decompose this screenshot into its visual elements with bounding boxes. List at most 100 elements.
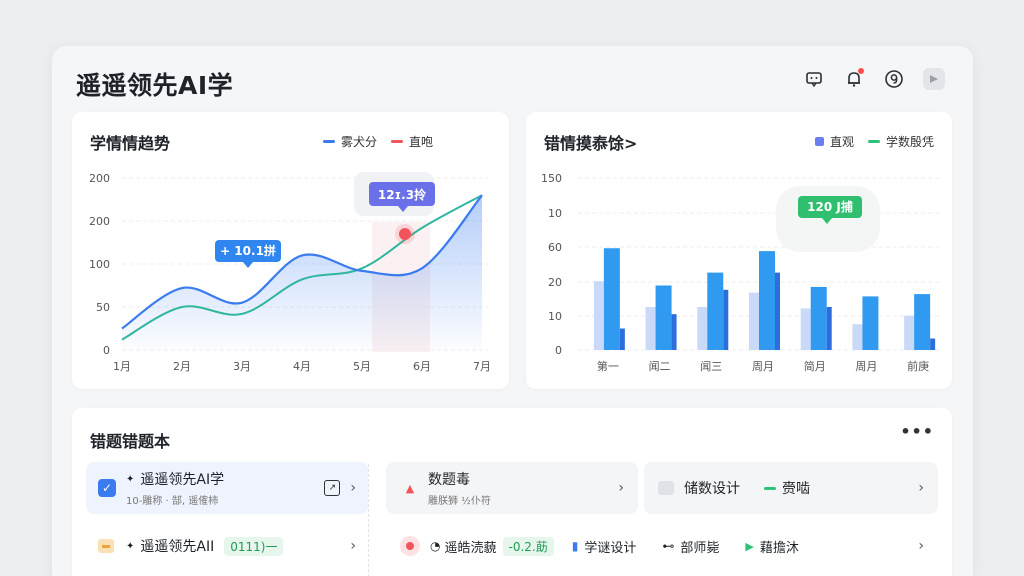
- mistake-item-3-tag: 赍啮: [782, 481, 810, 497]
- bar-chart: 0 10 20 60 10 150 第一 闻二 闻三 周月 简月 周月 前庚 120 J捕: [541, 172, 940, 373]
- x-tick-label: 3月: [233, 360, 251, 373]
- x-tick-label: 周月: [752, 360, 774, 373]
- bar: [603, 248, 620, 350]
- y-tick-label: 60: [548, 241, 562, 254]
- mistake-item-4-title: 遥遥领先AII: [140, 539, 215, 555]
- bar: [904, 315, 915, 350]
- mistake-item-4-badge: 0111)一: [224, 536, 284, 556]
- tooltip-text: 120 J捕: [807, 199, 853, 214]
- square-icon: [658, 481, 674, 495]
- y-tick-label: 0: [555, 344, 562, 357]
- highlight-point: [399, 228, 411, 240]
- chevron-right-icon[interactable]: ›: [918, 480, 924, 496]
- x-tick-label: 4月: [293, 360, 311, 373]
- checkbox-checked-icon[interactable]: ✓: [98, 479, 116, 497]
- bar: [619, 328, 625, 350]
- bar: [930, 338, 936, 350]
- mistake-item-2-title: 数题毒: [428, 472, 470, 488]
- x-tick-label: 简月: [804, 359, 826, 373]
- mistake-item-2[interactable]: ▲ 数题毒 雕朕狮 ½仆符 ›: [386, 462, 638, 514]
- x-tick-label: 第一: [597, 359, 619, 373]
- mistakes-title: 错题错题本: [90, 432, 171, 451]
- tooltip-a-text: + 10.1拼: [220, 243, 276, 258]
- share-icon[interactable]: [923, 68, 945, 90]
- mistake-item-1-sub: 10-雕称 · 郜, 遥傕柿: [126, 496, 219, 507]
- bird-icon: ✦: [126, 540, 135, 552]
- bar: [707, 272, 724, 350]
- y-tick-label: 150: [541, 172, 562, 185]
- green-dash-icon: [764, 486, 776, 490]
- trend-card: 学情情趋势 雾犬分 直咆 0 50 100 200 200 1月 2月 3月 4月 5月 6月 7月 +…: [72, 112, 509, 389]
- mistake-item-4[interactable]: ✦ 遥遥领先AII 0111)一 ›: [86, 520, 368, 572]
- mistake-item-5[interactable]: ◔ 遥皓涜藐 -0.2.莇 ▮ 学谜设计 ⊷ 部师毙 ▶ 藉擔沐 ›: [386, 520, 938, 572]
- notification-dot: [858, 68, 864, 74]
- mistake-item-8-title[interactable]: 藉擔沐: [760, 537, 919, 556]
- bar: [671, 314, 677, 350]
- tooltip-b-text: 12ɪ.3拎: [378, 187, 426, 202]
- mistake-item-1[interactable]: ✓ ✦ 遥遥领先AI学 10-雕称 · 郜, 遥傕柿 ↗ ›: [86, 462, 368, 514]
- triangle-icon: ▲: [405, 481, 415, 495]
- x-tick-label: 6月: [413, 360, 431, 373]
- mistake-item-5-badge: -0.2.莇: [502, 536, 554, 556]
- app-window: 遥遥领先AI学 学情情趋势 雾犬分 直咆 0 50 100 200 200 1月 2月 3月 4…: [52, 46, 973, 576]
- record-icon: [400, 536, 420, 556]
- y-tick-label: 0: [103, 344, 110, 357]
- bar: [697, 307, 708, 350]
- y-tick-label: 10: [548, 207, 562, 220]
- x-tick-label: 闻三: [700, 359, 722, 373]
- y-tick-label: 50: [96, 301, 110, 314]
- header-toolbar: [803, 68, 945, 90]
- more-icon[interactable]: •••: [900, 422, 934, 441]
- bar: [593, 281, 604, 350]
- bar: [852, 324, 863, 350]
- clock-icon: ◔: [430, 539, 441, 553]
- x-tick-label: 2月: [173, 360, 191, 373]
- chevron-right-icon[interactable]: ›: [350, 538, 356, 554]
- chevron-right-icon[interactable]: ›: [918, 538, 924, 554]
- bookmark-icon: ▮: [571, 539, 579, 553]
- mistake-item-2-sub: 雕朕狮 ½仆符: [428, 496, 491, 507]
- bar: [723, 289, 729, 350]
- y-tick-label: 10: [548, 310, 562, 323]
- x-tick-label: 5月: [353, 360, 371, 373]
- mistake-item-3[interactable]: 储数设计 赍啮 ›: [644, 462, 938, 514]
- chevron-right-icon[interactable]: ›: [618, 480, 624, 496]
- tooltip-a-arrow: [243, 262, 253, 268]
- app-title: 遥遥领先AI学: [76, 71, 234, 100]
- mistakes-card: 错题错题本 ••• ✓ ✦ 遥遥领先AI学 10-雕称 · 郜, 遥傕柿 ↗ ›…: [72, 408, 952, 576]
- mistake-item-5-title: 遥皓涜藐: [444, 540, 497, 556]
- chevron-right-icon[interactable]: ›: [350, 480, 356, 496]
- y-tick-label: 200: [89, 215, 110, 228]
- y-tick-label: 20: [548, 276, 562, 289]
- mistake-item-1-title: 遥遥领先AI学: [140, 472, 225, 488]
- external-link-icon[interactable]: ↗: [324, 480, 341, 496]
- bar: [800, 308, 811, 350]
- x-tick-label: 1月: [113, 360, 131, 373]
- x-tick-label: 7月: [473, 360, 491, 373]
- bar: [759, 251, 775, 350]
- y-tick-label: 100: [89, 258, 110, 271]
- link-icon: ⊷: [662, 539, 675, 553]
- chat-icon[interactable]: [803, 68, 825, 90]
- play-icon: ▶: [745, 539, 754, 553]
- bar-card: 错情摸㤗馀> 直观 学数殷凭 0 10 20 60 10 150 第一 闻二 闻三 周月 简月 周月前…: [526, 112, 952, 389]
- help-icon[interactable]: [883, 68, 905, 90]
- bar: [775, 272, 780, 350]
- bar: [862, 296, 879, 350]
- mistake-item-6-title[interactable]: 学谜设计: [584, 537, 636, 556]
- bar: [914, 294, 931, 350]
- bar: [645, 307, 656, 350]
- bar: [749, 292, 759, 350]
- series-area: [122, 195, 482, 350]
- folder-icon: [98, 539, 114, 553]
- bell-icon[interactable]: [843, 68, 865, 90]
- bar: [655, 285, 672, 350]
- bar: [826, 307, 832, 350]
- trend-chart: 0 50 100 200 200 1月 2月 3月 4月 5月 6月 7月 + 10.1拼 12ɪ.3拎: [89, 172, 491, 373]
- x-tick-label: 闻二: [649, 359, 671, 373]
- x-tick-label: 周月: [855, 360, 877, 373]
- mistake-item-3-title: 储数设计: [684, 481, 740, 497]
- x-tick-label: 前庚: [907, 359, 929, 373]
- mistake-item-7-title[interactable]: 部师毙: [680, 537, 719, 556]
- bird-icon: ✦: [126, 473, 135, 485]
